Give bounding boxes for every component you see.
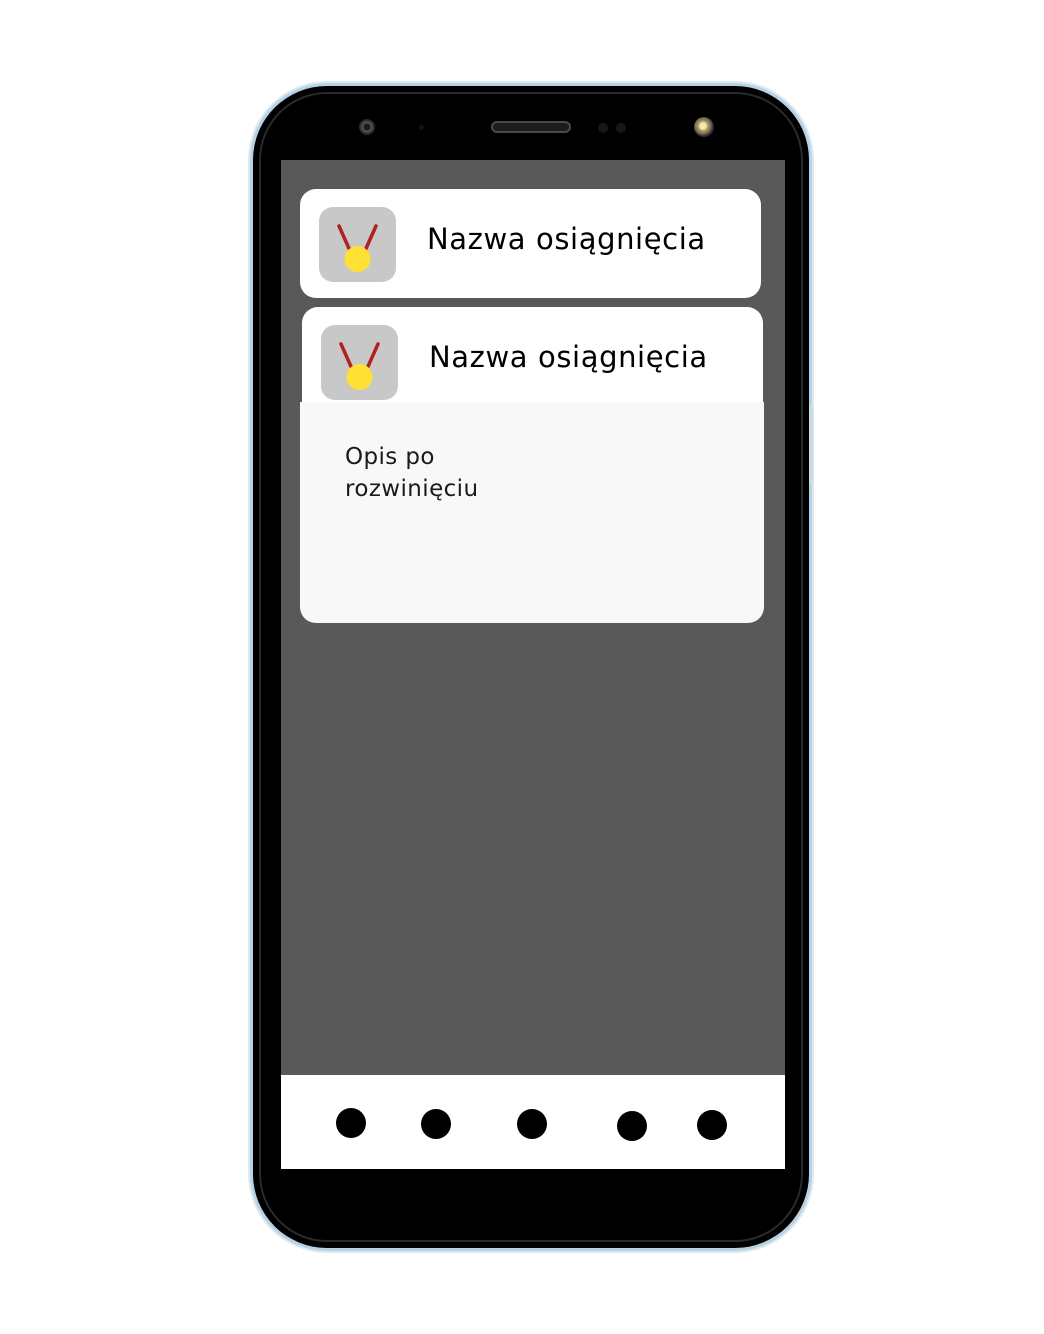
- achievement-title: Nazwa osiągnięcia: [429, 340, 708, 374]
- front-camera-icon: [359, 119, 375, 135]
- nav-dot-4[interactable]: [617, 1111, 647, 1141]
- achievement-details-panel: [300, 402, 764, 623]
- side-button: [809, 405, 813, 485]
- nav-dot-2[interactable]: [421, 1109, 451, 1139]
- achievement-icon-tile: [319, 207, 396, 282]
- achievement-title: Nazwa osiągnięcia: [427, 222, 706, 256]
- flash-icon: [694, 117, 714, 137]
- sensor-dot: [598, 123, 608, 133]
- nav-dot-3[interactable]: [517, 1109, 547, 1139]
- sensor-dot: [616, 123, 626, 133]
- nav-dot-1[interactable]: [336, 1108, 366, 1138]
- medal-icon: [337, 224, 378, 272]
- achievement-icon-tile: [321, 325, 398, 400]
- achievement-description: Opis po rozwinięciu: [345, 444, 479, 502]
- proximity-sensor: [419, 125, 424, 130]
- medal-icon: [339, 342, 380, 390]
- light-sensors: [598, 123, 628, 133]
- earpiece-speaker: [491, 121, 571, 133]
- phone-mockup: Nazwa osiągnięcia Nazwa osiągnięcia Opis…: [0, 0, 1044, 1334]
- nav-dot-5[interactable]: [697, 1110, 727, 1140]
